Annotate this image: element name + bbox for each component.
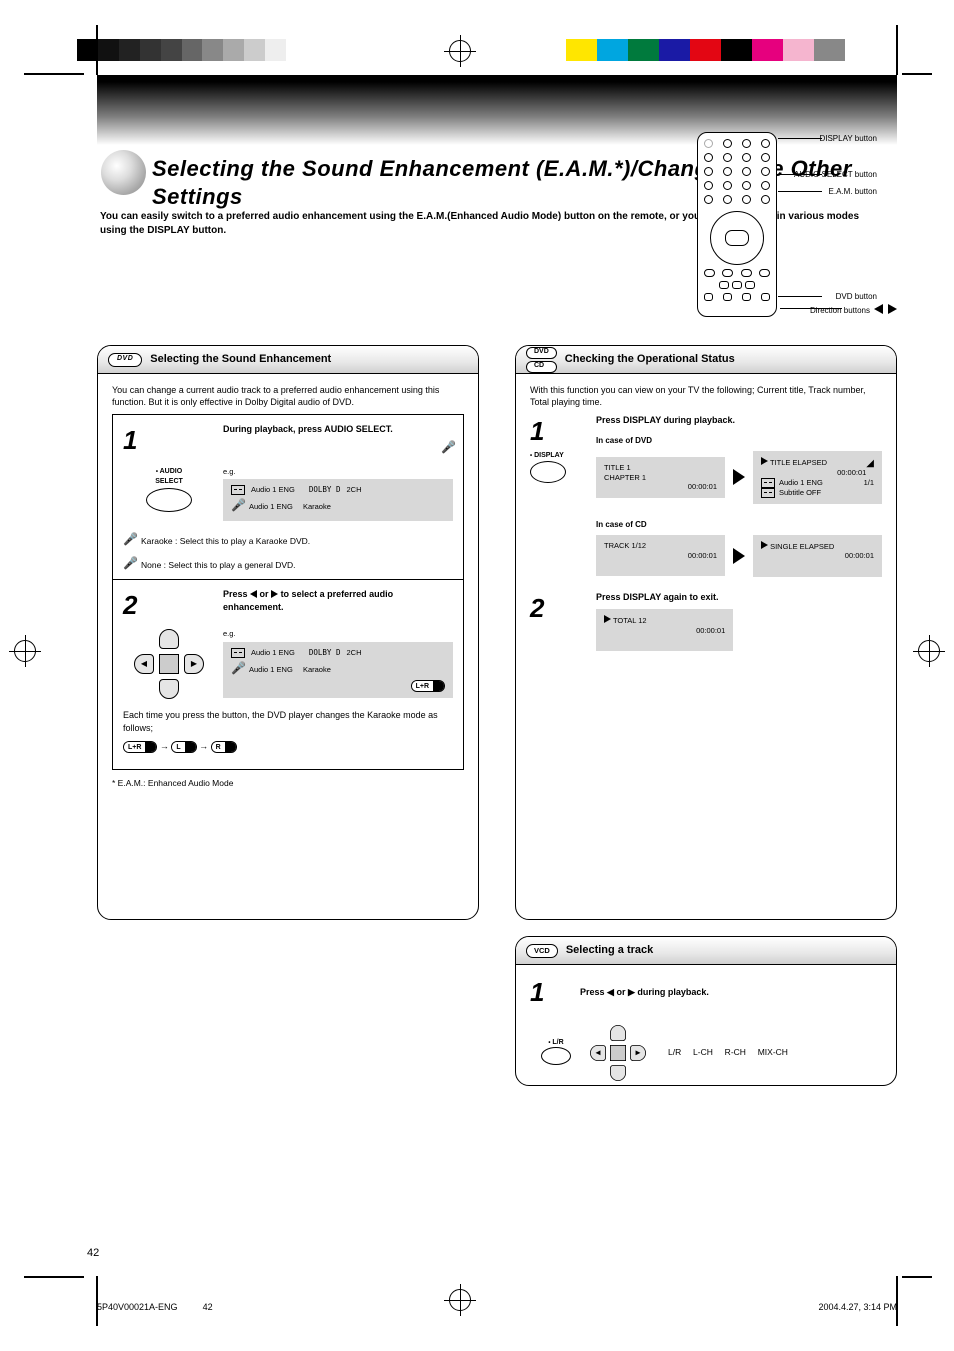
- mic-icon: [123, 557, 135, 573]
- step-number: 1: [123, 423, 215, 458]
- footnote: * E.A.M.: Enhanced Audio Mode: [112, 778, 464, 789]
- section-sound-enhancement: DVD Selecting the Sound Enhancement You …: [97, 345, 479, 920]
- callout-eam-button: E.A.M. button: [829, 187, 877, 197]
- callout-display-button: DISPLAY button: [819, 134, 877, 144]
- page-number: 42: [87, 1247, 99, 1261]
- section-intro: You can change a current audio track to …: [112, 384, 464, 408]
- audio-icon: [761, 478, 775, 488]
- mode-sequence: L/R L-CH R-CH MIX-CH: [668, 1047, 882, 1058]
- crop-mark: [24, 73, 84, 75]
- angle-icon: ◢: [866, 457, 874, 470]
- step-title: Press DISPLAY during playback.: [596, 414, 882, 426]
- subtitle-icon: [761, 488, 775, 498]
- crop-mark: [896, 25, 898, 75]
- section-title: Selecting the Sound Enhancement: [150, 353, 331, 367]
- vcd-badge: VCD: [526, 944, 558, 958]
- subtitle-icon: [231, 485, 245, 495]
- step-title: Press ◀ or ▶ during playback.: [580, 986, 882, 998]
- section-operational-status: DVD CD Checking the Operational Status W…: [515, 345, 897, 920]
- cd-badge: CD: [526, 361, 557, 373]
- direction-pad-icon: ◀▶: [590, 1025, 646, 1081]
- direction-pad-icon: ◀ ▶: [134, 629, 204, 699]
- footer-filename: 5P40V00021A-ENG 42: [97, 1302, 213, 1313]
- osd-panel: SINGLE ELAPSED 00:00:01: [753, 535, 882, 577]
- play-icon: [604, 615, 611, 623]
- mic-icon: [231, 662, 243, 678]
- mic-icon: [231, 499, 243, 515]
- crop-mark: [902, 73, 932, 75]
- osd-panel: Audio 1 ENG DOLBY D 2CH Audio 1 ENG Kara…: [223, 642, 453, 698]
- osd-panel: TITLE ELAPSED ◢ 00:00:01 Audio 1 ENG 1/1…: [753, 451, 882, 504]
- section-intro: With this function you can view on your …: [530, 384, 882, 408]
- section-sphere-icon: [101, 150, 146, 195]
- right-arrow-icon: [733, 469, 745, 485]
- l-badge: L: [171, 741, 196, 753]
- crop-mark: [902, 1276, 932, 1278]
- header-gradient: [97, 75, 897, 145]
- dvd-badge: DVD: [108, 353, 142, 367]
- callout-audio-select-button: AUDIO SELECT button: [794, 170, 877, 180]
- step-title: Press or Press ◀ or ▶ to select a prefer…: [223, 588, 453, 613]
- callout-dvd-button: DVD button: [836, 292, 877, 302]
- lr-button-icon: [541, 1047, 571, 1065]
- section-title: Selecting a track: [566, 944, 653, 958]
- color-calibration-bar: [566, 39, 876, 61]
- step-title: During playback, press AUDIO SELECT.: [223, 423, 453, 435]
- step-number: 2: [123, 588, 215, 623]
- step-number: 2: [530, 591, 588, 626]
- play-icon: [761, 541, 768, 549]
- callout-direction-buttons: Direction buttons: [810, 304, 897, 317]
- registration-mark-icon: [918, 640, 940, 662]
- registration-mark-icon: [449, 1289, 471, 1311]
- osd-panel: TITLE 1 CHAPTER 1 00:00:01: [596, 457, 725, 498]
- crop-mark: [24, 1276, 84, 1278]
- step-number: 1: [530, 975, 572, 1010]
- display-button-icon: [530, 461, 566, 483]
- osd-panel: TOTAL 12 00:00:01: [596, 609, 733, 651]
- lr-badge: L+R: [123, 741, 157, 753]
- section-title: Checking the Operational Status: [565, 353, 735, 367]
- audio-select-button-icon: [146, 488, 192, 512]
- registration-mark-icon: [14, 640, 36, 662]
- osd-panel: Audio 1 ENG DOLBY D 2CH Audio 1 ENG Kara…: [223, 479, 453, 521]
- mode-cycle-text: Each time you press the button, the DVD …: [123, 709, 453, 733]
- grayscale-calibration-bar: [77, 39, 307, 61]
- registration-mark-icon: [449, 40, 471, 62]
- footer-timestamp: 2004.4.27, 3:14 PM: [818, 1302, 897, 1313]
- step-number: 1: [530, 414, 588, 449]
- r-badge: R: [211, 741, 237, 753]
- osd-panel: TRACK 1/12 00:00:01: [596, 535, 725, 576]
- play-icon: [761, 457, 768, 465]
- remote-control-diagram: DISPLAY button AUDIO SELECT button E.A.M…: [677, 142, 897, 342]
- dvd-badge: DVD: [526, 347, 557, 359]
- mic-icon: [123, 533, 135, 549]
- right-arrow-icon: [733, 548, 745, 564]
- step-title: Press DISPLAY again to exit.: [596, 591, 882, 603]
- subtitle-icon: [231, 648, 245, 658]
- section-selecting-track: VCD Selecting a track 1 Press ◀ or ▶ dur…: [515, 936, 897, 1086]
- crop-mark: [96, 25, 98, 75]
- mic-icon: [441, 441, 453, 457]
